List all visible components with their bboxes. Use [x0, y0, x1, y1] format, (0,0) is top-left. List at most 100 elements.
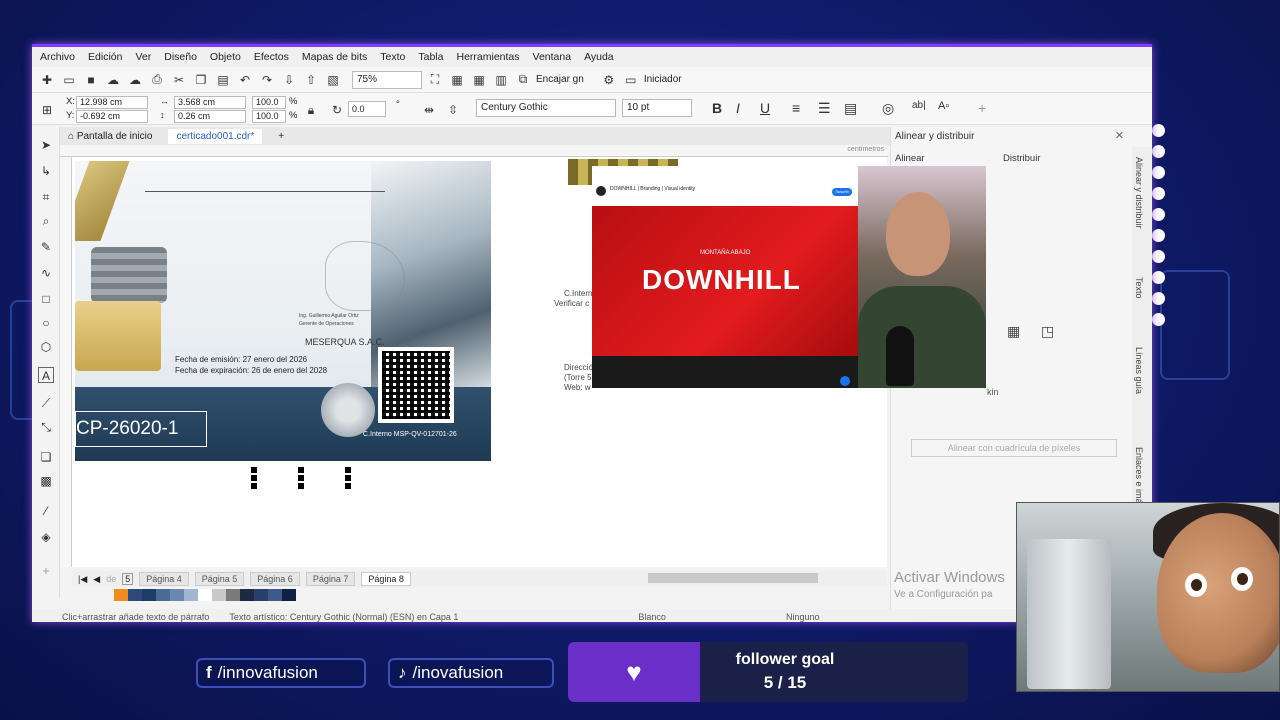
cloud-download-icon[interactable]: ☁: [126, 71, 144, 89]
docker-close-icon[interactable]: ✕: [1115, 129, 1124, 142]
certificate-code[interactable]: CP-26020-1: [75, 411, 207, 447]
launcher-dropdown[interactable]: Iniciador: [644, 74, 682, 85]
transparency-icon[interactable]: ▩: [38, 473, 54, 489]
page-current-num[interactable]: 5: [122, 573, 134, 585]
canvas-text-internal[interactable]: C.Intern: [564, 289, 592, 298]
add-icon[interactable]: +: [978, 100, 986, 116]
menu-archivo[interactable]: Archivo: [40, 51, 75, 63]
font-family-select[interactable]: Century Gothic: [476, 99, 616, 117]
page-tab-4[interactable]: Página 4: [139, 572, 189, 586]
fill-status[interactable]: Blanco: [638, 612, 666, 622]
font-size-select[interactable]: 10 pt: [622, 99, 692, 117]
y-position-field[interactable]: -0.692 cm: [76, 110, 148, 123]
selection-handle[interactable]: [345, 467, 351, 489]
color-swatch[interactable]: [142, 589, 156, 601]
interactive-fill-icon[interactable]: ◈: [38, 529, 54, 545]
mirror-horizontal-icon[interactable]: ⇹: [420, 101, 438, 119]
parallel-dimension-icon[interactable]: ⟋: [38, 395, 54, 411]
text-direction-icon[interactable]: A▫: [938, 100, 949, 112]
eyedropper-icon[interactable]: ⁄: [38, 503, 54, 519]
color-swatch[interactable]: [156, 589, 170, 601]
paste-icon[interactable]: ▤: [214, 71, 232, 89]
side-tab-text[interactable]: Texto: [1134, 277, 1144, 299]
polygon-tool-icon[interactable]: ⬡: [38, 339, 54, 355]
color-swatch[interactable]: [226, 589, 240, 601]
tab-document[interactable]: certicado001.cdr*: [168, 128, 263, 144]
guides-icon[interactable]: ▥: [492, 71, 510, 89]
subscribe-button[interactable]: Suscrib: [832, 188, 852, 196]
page-tab-6[interactable]: Página 6: [250, 572, 300, 586]
color-swatch[interactable]: [170, 589, 184, 601]
new-document-icon[interactable]: ✚: [38, 71, 56, 89]
zoom-level-select[interactable]: 75%: [352, 70, 422, 89]
connector-tool-icon[interactable]: ⤡: [38, 419, 54, 435]
color-swatch[interactable]: [114, 589, 128, 601]
rulers-icon[interactable]: ▦: [448, 71, 466, 89]
color-swatch[interactable]: [268, 589, 282, 601]
edit-text-icon[interactable]: ab|: [912, 100, 926, 111]
grid-icon[interactable]: ▦: [470, 71, 488, 89]
pick-tool-icon[interactable]: ➤: [38, 137, 54, 153]
menu-diseno[interactable]: Diseño: [164, 51, 197, 63]
page-tab-5[interactable]: Página 5: [194, 572, 245, 586]
launcher-icon[interactable]: ▭: [622, 71, 640, 89]
menu-ayuda[interactable]: Ayuda: [584, 51, 614, 63]
grid-align-icon[interactable]: ▦: [1007, 323, 1020, 340]
menu-ver[interactable]: Ver: [135, 51, 151, 63]
selection-handle[interactable]: [251, 467, 257, 489]
drop-shadow-icon[interactable]: ❏: [38, 449, 54, 465]
underline-icon[interactable]: U: [760, 100, 770, 116]
freehand-tool-icon[interactable]: ✎: [38, 239, 54, 255]
bold-icon[interactable]: B: [712, 100, 722, 116]
side-tab-links[interactable]: Enlaces e imá: [1134, 447, 1144, 504]
italic-icon[interactable]: I: [736, 100, 740, 116]
text-tool-icon[interactable]: A: [38, 367, 54, 383]
menu-herramientas[interactable]: Herramientas: [456, 51, 519, 63]
mirror-vertical-icon[interactable]: ⇳: [444, 101, 462, 119]
full-screen-icon[interactable]: ⛶: [426, 71, 444, 89]
tab-home[interactable]: ⌂ Pantalla de inicio: [60, 129, 160, 144]
lock-ratio-icon[interactable]: 🔒︎: [302, 101, 320, 119]
shape-tool-icon[interactable]: ↳: [38, 163, 54, 179]
canvas-text-address[interactable]: Direcció: [564, 363, 593, 372]
rotate-icon[interactable]: ↻: [328, 101, 346, 119]
x-position-field[interactable]: 12.998 cm: [76, 96, 148, 109]
page-align-icon[interactable]: ◳: [1041, 323, 1054, 340]
outline-status[interactable]: Ninguno: [786, 612, 820, 622]
video-popup[interactable]: DOWNHILL | Branding | Visual identity Su…: [592, 166, 858, 388]
menu-efectos[interactable]: Efectos: [254, 51, 289, 63]
side-tab-align[interactable]: Alinear y distribuir: [1134, 157, 1144, 229]
cut-icon[interactable]: ✂: [170, 71, 188, 89]
pixel-grid-button[interactable]: Alinear con cuadrícula de píxeles: [911, 439, 1117, 457]
canvas-text-verify[interactable]: Verificar c: [554, 299, 589, 308]
redo-icon[interactable]: ↷: [258, 71, 276, 89]
copy-icon[interactable]: ❐: [192, 71, 210, 89]
menu-ventana[interactable]: Ventana: [533, 51, 572, 63]
crop-tool-icon[interactable]: ⌗: [38, 189, 54, 205]
print-icon[interactable]: ⎙: [148, 71, 166, 89]
menu-texto[interactable]: Texto: [380, 51, 405, 63]
color-swatch[interactable]: [240, 589, 254, 601]
color-swatch[interactable]: [254, 589, 268, 601]
rectangle-tool-icon[interactable]: □: [38, 291, 54, 307]
snap-to-dropdown[interactable]: Encajar gn: [536, 74, 584, 85]
color-swatch[interactable]: [128, 589, 142, 601]
ellipse-tool-icon[interactable]: ○: [38, 315, 54, 331]
undo-icon[interactable]: ↶: [236, 71, 254, 89]
export-icon[interactable]: ⇧: [302, 71, 320, 89]
color-swatch[interactable]: [212, 589, 226, 601]
color-swatch[interactable]: [184, 589, 198, 601]
width-field[interactable]: 3.568 cm: [174, 96, 246, 109]
selection-handle[interactable]: [298, 467, 304, 489]
page-tab-7[interactable]: Página 7: [305, 572, 356, 586]
drop-cap-icon[interactable]: ▤: [844, 100, 857, 117]
import-icon[interactable]: ⇩: [280, 71, 298, 89]
menu-objeto[interactable]: Objeto: [210, 51, 241, 63]
certificate-design[interactable]: Ing. Guillermo Aguilar Ortiz Gerente de …: [75, 161, 491, 461]
canvas-text-web[interactable]: Web: w: [564, 383, 591, 392]
align-text-icon[interactable]: ≡: [792, 100, 800, 116]
color-swatch[interactable]: [282, 589, 296, 601]
snap-icon[interactable]: ⧉: [514, 71, 532, 89]
artistic-media-icon[interactable]: ∿: [38, 265, 54, 281]
save-icon[interactable]: ■: [82, 71, 100, 89]
